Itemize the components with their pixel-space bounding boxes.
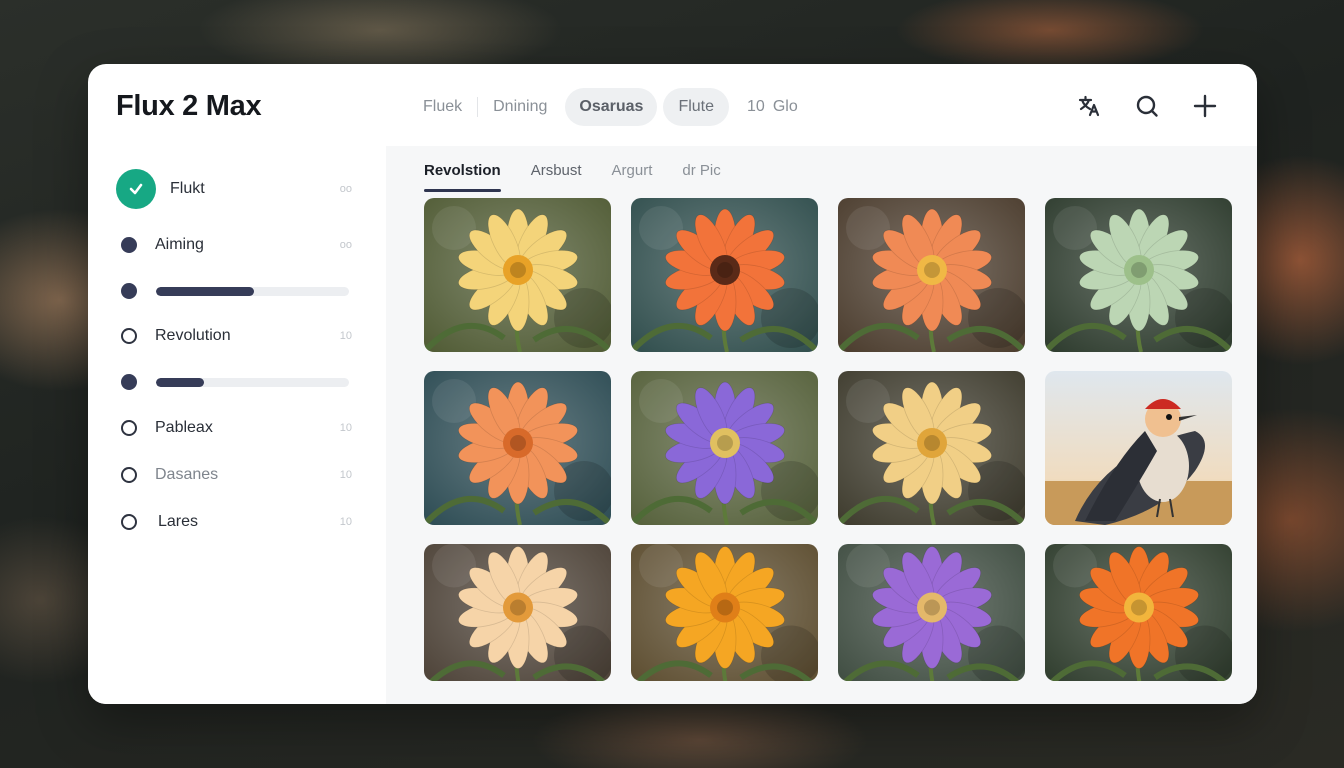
nav-item-flute[interactable]: Flute (663, 88, 730, 126)
gallery-tile-flower[interactable] (838, 544, 1025, 681)
filled-dot-icon (121, 283, 137, 299)
ring-dot-icon (121, 467, 137, 483)
add-button[interactable] (1191, 92, 1219, 120)
translate-button[interactable] (1075, 92, 1103, 120)
gallery-tile-flower[interactable] (838, 371, 1025, 525)
flower-image (838, 198, 1025, 352)
gallery-tile-flower[interactable] (631, 371, 818, 525)
sidebar-item-count: oo (339, 239, 352, 251)
sidebar-item-pableax[interactable]: Pableax 10 (116, 413, 352, 443)
sidebar-item-dasanes[interactable]: Dasanes 10 (116, 460, 352, 490)
sidebar-item-label: Aiming (155, 236, 204, 253)
gallery-tile-flower[interactable] (1045, 198, 1232, 352)
sidebar-item-revolution[interactable]: Revolution 10 (116, 321, 352, 351)
gallery-tile-flower[interactable] (631, 198, 818, 352)
tab-revolstion[interactable]: Revolstion (424, 162, 501, 192)
app-title: Flux 2 Max (116, 90, 262, 122)
sidebar-item-label: Revolution (155, 327, 231, 344)
search-button[interactable] (1133, 92, 1161, 120)
gallery-tile-flower[interactable] (424, 544, 611, 681)
gallery-tile-flower[interactable] (424, 198, 611, 352)
gallery-tile-flower[interactable] (631, 544, 818, 681)
gallery-tile-flower[interactable] (1045, 544, 1232, 681)
app-window: Flux 2 Max Fluek Dnining Osaruas Flute 1… (88, 64, 1257, 704)
bird-image (1045, 371, 1232, 525)
flower-image (631, 544, 818, 681)
nav-item-osaruas[interactable]: Osaruas (565, 88, 658, 126)
search-icon (1136, 95, 1158, 117)
ring-dot-icon (121, 420, 137, 436)
gallery-tile-flower[interactable] (838, 198, 1025, 352)
sidebar: Flukt oo Aiming oo Revolution 10 Pableax… (88, 146, 386, 704)
image-gallery (424, 198, 1232, 681)
progress-fill (156, 286, 255, 296)
flower-image (631, 198, 818, 352)
top-nav: Fluek Dnining Osaruas Flute 10 Glo (408, 88, 813, 126)
tab-bar: Revolstion Arsbust Argurt dr Pic (424, 162, 721, 192)
sidebar-item-label: Pableax (155, 419, 213, 436)
ring-dot-icon (121, 514, 137, 530)
flower-image (1045, 544, 1232, 681)
plus-icon (1193, 94, 1217, 118)
gallery-tile-bird[interactable] (1045, 371, 1232, 525)
flower-image (1045, 198, 1232, 352)
sidebar-item-label: Flukt (170, 180, 205, 197)
nav-item-dnining[interactable]: Dnining (478, 88, 562, 126)
sidebar-item-flukt[interactable]: Flukt oo (116, 169, 352, 209)
progress-fill (156, 377, 205, 387)
nav-item-count[interactable]: 10 (732, 88, 769, 126)
progress-bar (156, 377, 349, 387)
header-actions (1075, 92, 1219, 120)
sidebar-item-count: 10 (339, 422, 352, 434)
sidebar-item-count: 10 (339, 516, 352, 528)
flower-image (631, 371, 818, 525)
progress-bar (156, 286, 349, 296)
tab-dr-pic[interactable]: dr Pic (682, 162, 720, 192)
nav-item-fluek[interactable]: Fluek (408, 88, 477, 126)
header: Flux 2 Max Fluek Dnining Osaruas Flute 1… (88, 64, 1257, 146)
flower-image (424, 198, 611, 352)
sidebar-progress-2 (116, 367, 352, 397)
sidebar-item-lares[interactable]: Lares 10 (116, 507, 352, 537)
nav-item-glo[interactable]: Glo (769, 88, 813, 126)
sidebar-item-count: oo (339, 183, 352, 195)
sidebar-item-count: 10 (339, 469, 352, 481)
sidebar-item-label: Lares (158, 513, 199, 530)
flower-image (424, 371, 611, 525)
translate-icon (1078, 95, 1100, 117)
sidebar-progress-1 (116, 276, 352, 306)
gallery-tile-flower[interactable] (424, 371, 611, 525)
filled-dot-icon (121, 374, 137, 390)
tab-arsbust[interactable]: Arsbust (531, 162, 582, 192)
sidebar-item-count: 10 (339, 330, 352, 342)
flower-image (838, 544, 1025, 681)
flower-image (424, 544, 611, 681)
check-badge (116, 169, 156, 209)
tab-argurt[interactable]: Argurt (612, 162, 653, 192)
main-content: Revolstion Arsbust Argurt dr Pic (386, 146, 1257, 704)
check-icon (129, 183, 143, 195)
sidebar-item-aiming[interactable]: Aiming oo (116, 230, 352, 260)
sidebar-item-label: Dasanes (155, 466, 219, 483)
ring-dot-icon (121, 328, 137, 344)
flower-image (838, 371, 1025, 525)
filled-dot-icon (121, 237, 137, 253)
